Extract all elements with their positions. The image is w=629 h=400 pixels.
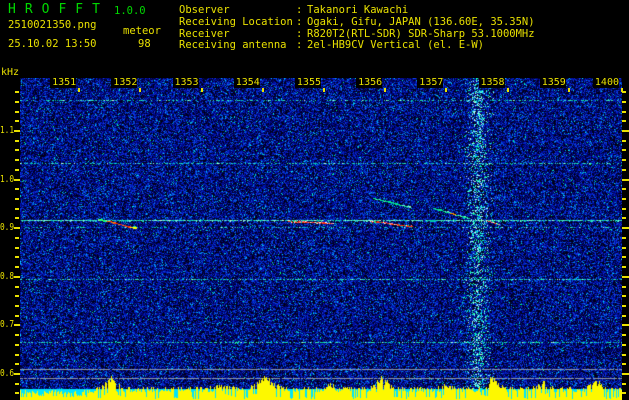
y-minor-tick-right bbox=[622, 149, 626, 152]
y-tick-label: 0.9 bbox=[0, 222, 15, 234]
y-minor-tick-right bbox=[622, 217, 626, 220]
info-row-antenna: Receiving antenna : 2el-HB9CV Vertical (… bbox=[179, 40, 535, 52]
y-minor-tick-left bbox=[15, 110, 19, 113]
y-minor-tick-left bbox=[15, 314, 19, 317]
y-tick-label: 1.0 bbox=[0, 173, 15, 185]
y-minor-tick-right bbox=[622, 304, 626, 307]
y-minor-tick-left bbox=[15, 159, 19, 162]
info-value: 2el-HB9CV Vertical (el. E-W) bbox=[307, 39, 485, 52]
y-minor-tick-left bbox=[15, 256, 19, 259]
y-minor-tick-left bbox=[15, 188, 19, 191]
mode-label: meteor bbox=[123, 25, 161, 37]
y-minor-tick-right bbox=[622, 285, 626, 288]
y-minor-tick-left bbox=[15, 168, 19, 171]
y-tick-label: 1.1 bbox=[0, 125, 15, 136]
y-minor-tick-right bbox=[622, 256, 626, 259]
y-minor-tick-left bbox=[15, 295, 19, 298]
y-minor-tick-left bbox=[15, 198, 19, 201]
y-minor-tick-right bbox=[622, 392, 626, 395]
y-major-tick-right bbox=[622, 227, 629, 230]
y-minor-tick-left bbox=[15, 343, 19, 346]
y-minor-tick-right bbox=[622, 207, 626, 210]
y-minor-tick-right bbox=[622, 246, 626, 249]
y-minor-tick-left bbox=[15, 139, 19, 142]
y-minor-tick-right bbox=[622, 188, 626, 191]
y-minor-tick-right bbox=[622, 343, 626, 346]
y-minor-tick-left bbox=[15, 334, 19, 337]
app-title: HROFFT bbox=[8, 2, 109, 17]
y-minor-tick-left bbox=[15, 217, 19, 220]
y-minor-tick-right bbox=[622, 353, 626, 356]
spectrogram-canvas bbox=[20, 78, 622, 400]
output-filename: 2510021350.png bbox=[8, 19, 97, 31]
y-minor-tick-left bbox=[15, 236, 19, 239]
datetime-label: 25.10.02 13:50 bbox=[8, 38, 97, 50]
y-minor-tick-left bbox=[15, 392, 19, 395]
y-tick-label: 0.8 bbox=[0, 270, 15, 282]
y-minor-tick-left bbox=[15, 100, 19, 103]
y-major-tick-right bbox=[622, 275, 629, 278]
y-minor-tick-left bbox=[15, 120, 19, 123]
y-minor-tick-left bbox=[15, 353, 19, 356]
y-minor-tick-right bbox=[622, 159, 626, 162]
y-minor-tick-left bbox=[15, 149, 19, 152]
y-axis-unit-label: kHz bbox=[1, 67, 20, 78]
hrofft-screenshot: HROFFT 1.0.0 2510021350.png meteor 25.10… bbox=[0, 0, 629, 400]
y-minor-tick-left bbox=[15, 363, 19, 366]
info-colon: : bbox=[296, 15, 303, 28]
y-minor-tick-right bbox=[622, 382, 626, 385]
info-value: Ogaki, Gifu, JAPAN (136.60E, 35.35N) bbox=[307, 15, 535, 28]
y-minor-tick-right bbox=[622, 266, 626, 269]
y-minor-tick-right bbox=[622, 198, 626, 201]
y-minor-tick-right bbox=[622, 139, 626, 142]
y-minor-tick-left bbox=[15, 285, 19, 288]
y-minor-tick-right bbox=[622, 100, 626, 103]
y-minor-tick-left bbox=[15, 91, 19, 94]
y-minor-tick-left bbox=[15, 382, 19, 385]
y-minor-tick-right bbox=[622, 314, 626, 317]
y-minor-tick-right bbox=[622, 363, 626, 366]
station-info-block: Observer : Takanori Kawachi Receiving Lo… bbox=[179, 4, 535, 52]
y-major-tick-right bbox=[622, 130, 629, 132]
y-minor-tick-left bbox=[15, 246, 19, 249]
info-label: Receiving Location bbox=[179, 15, 293, 28]
y-minor-tick-right bbox=[622, 295, 626, 298]
y-minor-tick-left bbox=[15, 207, 19, 210]
y-minor-tick-left bbox=[15, 304, 19, 307]
y-minor-tick-left bbox=[15, 266, 19, 269]
y-minor-tick-right bbox=[622, 110, 626, 113]
info-label: Receiving antenna bbox=[179, 39, 287, 52]
y-major-tick-right bbox=[622, 178, 629, 181]
echo-count-value: 98 bbox=[138, 38, 151, 50]
y-major-tick-right bbox=[622, 324, 629, 327]
info-row-location: Receiving Location : Ogaki, Gifu, JAPAN … bbox=[179, 15, 535, 29]
y-tick-label: 0.6 bbox=[0, 368, 15, 379]
y-minor-tick-right bbox=[622, 91, 626, 94]
y-minor-tick-right bbox=[622, 334, 626, 337]
app-version: 1.0.0 bbox=[114, 5, 146, 17]
info-colon: : bbox=[296, 39, 303, 52]
y-major-tick-right bbox=[622, 373, 629, 375]
y-minor-tick-right bbox=[622, 236, 626, 239]
y-minor-tick-right bbox=[622, 168, 626, 171]
y-tick-label: 0.7 bbox=[0, 319, 15, 331]
y-minor-tick-right bbox=[622, 120, 626, 123]
